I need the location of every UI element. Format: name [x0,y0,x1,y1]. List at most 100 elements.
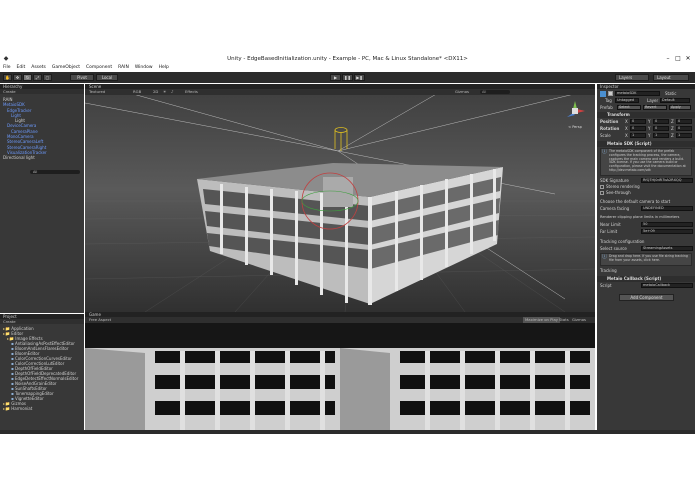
position-x-field[interactable]: 0 [630,119,646,124]
static-toggle[interactable]: Static [665,91,676,96]
menu-edit[interactable]: Edit [17,64,26,72]
effects-dropdown[interactable]: Effects [185,89,198,95]
window-title: Unity - EdgeBasedInitialization.unity - … [227,56,468,62]
tracking-info-icon: ⓘ [602,254,608,260]
script-field[interactable]: metaioCallback [641,283,693,288]
menu-window[interactable]: Window [135,64,153,72]
rotate-tool-icon[interactable]: ↻ [23,74,32,81]
renderer-label: Renderer clipping plane limits in millim… [600,215,680,219]
tag-dropdown[interactable]: Untagged [615,98,639,103]
default-camera-label: Choose the default camera to start [600,199,671,204]
active-checkbox[interactable] [608,91,613,96]
project-list: ▸📁 Application ▸📁 Editor ▸📁 Image Effects ▪… [0,324,84,411]
scene-render [85,89,595,312]
minimize-icon[interactable]: – [663,55,673,62]
seethrough-checkbox[interactable] [600,190,604,195]
stats-toggle[interactable]: Stats [559,317,569,323]
game-toolbar: Free Aspect Maximize on Play Stats Gizmo… [85,317,595,323]
game-view[interactable] [85,323,595,430]
window-titlebar: Unity - EdgeBasedInitialization.unity - … [0,55,695,64]
pivot-toggle[interactable]: Pivot [70,74,94,81]
far-limit-field[interactable]: 5e+09 [641,229,693,234]
prefab-apply-button[interactable]: Apply [669,105,691,110]
play-button[interactable]: ▶ [330,74,341,81]
scale-x-field[interactable]: 1 [630,133,646,138]
shading-mode-dropdown[interactable]: Textured [89,89,105,95]
near-limit-label: Near Limit [600,222,621,227]
hierarchy-search-input[interactable]: All [30,170,80,174]
aspect-dropdown[interactable]: Free Aspect [89,317,111,323]
position-z-field[interactable]: 0 [676,119,692,124]
gizmos-dropdown[interactable]: Gizmos [455,89,469,95]
game-gizmos-dropdown[interactable]: Gizmos [572,317,586,323]
far-limit-label: Far Limit [600,229,618,234]
camera-facing-dropdown[interactable]: UNDEFINED [641,206,693,211]
menu-file[interactable]: File [3,64,11,72]
tracking-help-box[interactable]: ⓘ Drag and drop here. If you use file st… [600,253,692,266]
sdk-signature-field[interactable]: RfQTHJ0dR7bA2RXQQ [641,178,693,183]
menu-assets[interactable]: Assets [31,64,46,72]
script-label: Script [600,283,612,288]
prefab-select-button[interactable]: Select [617,105,641,110]
scale-y-field[interactable]: 1 [653,133,669,138]
seethrough-label: See-through [606,190,631,195]
stereo-label: Stereo rendering [606,184,640,189]
scale-z-field[interactable]: 1 [676,133,692,138]
step-button[interactable]: ▶❚ [354,74,365,81]
stereo-checkbox[interactable] [600,184,604,189]
left-eye-view [85,348,340,430]
project-panel: Project Create ▸📁 Application ▸📁 Editor ▸📁… [0,314,84,430]
close-icon[interactable]: ✕ [683,55,693,62]
project-create-button[interactable]: Create [3,319,16,324]
move-tool-icon[interactable]: ✥ [13,74,22,81]
menu-component[interactable]: Component [86,64,112,72]
local-toggle[interactable]: Local [96,74,118,81]
layout-dropdown[interactable]: Layout [653,74,689,81]
menu-rain[interactable]: RAIN [118,64,129,72]
lighting-toggle-icon[interactable]: ☀ [163,89,166,95]
layers-dropdown[interactable]: Layers [615,74,649,81]
pause-button[interactable]: ❚❚ [342,74,353,81]
prefab-revert-button[interactable]: Revert [643,105,667,110]
position-label: Position [600,119,619,124]
persp-label[interactable]: < Persp [563,125,587,129]
rotation-label: Rotation [600,126,620,131]
tracking-config-label: Tracking configuration [600,239,645,244]
rect-tool-icon[interactable]: ▢ [43,74,52,81]
scene-search-input[interactable]: All [480,90,510,94]
layer-dropdown[interactable]: Default [660,98,690,103]
orientation-gizmo[interactable]: < Persp [563,99,587,129]
rgb-dropdown[interactable]: RGB [133,89,141,95]
hierarchy-item[interactable]: Directional light [0,155,84,160]
metaio-sdk-header[interactable]: Metaio SDK (Script) [597,141,695,147]
metaio-callback-header[interactable]: Metaio Callback (Script) [597,276,695,282]
scale-tool-icon[interactable]: ⤢ [33,74,42,81]
hand-tool-icon[interactable]: ✋ [3,74,12,81]
rotation-z-field[interactable]: 0 [676,126,692,131]
audio-toggle-icon[interactable]: ♪ [171,89,173,95]
tracking-help-text: Drag and drop here. If you use file stri… [609,254,688,262]
inspector-tab[interactable]: Inspector [597,84,695,89]
transform-header[interactable]: Transform [597,112,695,118]
position-y-field[interactable]: 0 [653,119,669,124]
add-component-button[interactable]: Add Component [619,294,674,301]
2d-toggle[interactable]: 2D [153,89,158,95]
menu-help[interactable]: Help [159,64,169,72]
maximize-icon[interactable]: □ [673,55,683,62]
hierarchy-create-button[interactable]: Create [3,89,16,94]
project-item-label: Harmoniat [11,406,33,411]
select-source-dropdown[interactable]: StreamingAssets [641,246,693,251]
maximize-on-play-toggle[interactable]: Maximize on Play [523,317,561,323]
scene-view[interactable]: < Persp [85,89,595,312]
rotation-x-field[interactable]: 0 [630,126,646,131]
menu-gameobject[interactable]: GameObject [52,64,80,72]
metaio-callback-title: Metaio Callback (Script) [607,276,662,281]
cube-icon [600,91,606,97]
near-limit-field[interactable]: 50 [641,222,693,227]
object-name-input[interactable]: metaioSDK [615,91,660,96]
right-eye-view [340,348,595,430]
rotation-y-field[interactable]: 0 [653,126,669,131]
project-item[interactable]: ▸📁 Harmoniat [0,406,84,411]
hierarchy-panel: Hierarchy Create All RAIN MetaioSDK EdgeTr… [0,84,84,313]
sdk-signature-label: SDK Signature [600,178,629,183]
